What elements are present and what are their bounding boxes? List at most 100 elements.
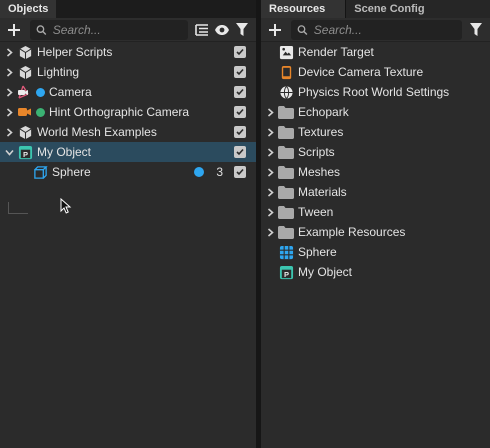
tree-row-my-object[interactable]: P My Object	[0, 142, 256, 162]
resources-tree: Render Target Device Camera Texture Phys…	[261, 42, 490, 282]
resource-label: Device Camera Texture	[298, 65, 424, 79]
tree-row-hint-orthographic-camera[interactable]: Hint Orthographic Camera	[0, 102, 256, 122]
chevron-right-icon	[267, 107, 274, 117]
tab-resources[interactable]: Resources	[261, 0, 346, 18]
expand-arrow[interactable]	[3, 42, 15, 62]
chevron-right-icon	[6, 47, 13, 57]
resource-row-scripts[interactable]: Scripts	[261, 142, 490, 162]
tree-guide-line	[8, 213, 28, 214]
hierarchy-view-button[interactable]	[192, 20, 212, 40]
plus-icon	[8, 23, 20, 36]
tree-row-world-mesh-examples[interactable]: World Mesh Examples	[0, 122, 256, 142]
sphere-mesh-icon	[278, 244, 294, 260]
enabled-checkbox[interactable]	[234, 146, 246, 158]
resources-search-box[interactable]	[291, 19, 462, 40]
enabled-checkbox[interactable]	[234, 166, 246, 178]
tree-row-lighting[interactable]: Lighting	[0, 62, 256, 82]
tabbar-filler	[56, 0, 256, 18]
resource-row-physics-root-world-settings[interactable]: Physics Root World Settings	[261, 82, 490, 102]
resource-row-tween[interactable]: Tween	[261, 202, 490, 222]
sphere-status-dot	[194, 167, 204, 177]
expand-arrow[interactable]	[264, 222, 276, 242]
resource-label: Textures	[298, 125, 344, 139]
tree-row-label: Camera	[49, 85, 92, 99]
resource-row-my-object[interactable]: P My Object	[261, 262, 490, 282]
checkmark-icon	[236, 88, 244, 96]
device-camera-icon	[278, 64, 294, 80]
resource-row-textures[interactable]: Textures	[261, 122, 490, 142]
add-resource-button[interactable]	[265, 20, 285, 40]
resource-label: Tween	[298, 205, 334, 219]
objects-tabbar: Objects	[0, 0, 256, 18]
folder-icon	[278, 104, 294, 120]
resources-panel: Resources Scene Config Render Target Dev…	[261, 0, 490, 448]
tree-row-label: Helper Scripts	[37, 45, 113, 59]
chevron-right-icon	[6, 87, 13, 97]
tree-row-label: My Object	[37, 145, 92, 159]
resources-tabbar: Resources Scene Config	[261, 0, 490, 18]
camera-status-dot	[36, 87, 45, 97]
expand-arrow[interactable]	[3, 62, 15, 82]
plus-icon	[269, 23, 281, 36]
tab-objects[interactable]: Objects	[0, 0, 57, 18]
cube-icon	[17, 44, 33, 60]
resource-label: Example Resources	[298, 225, 406, 239]
tree-row-label: Sphere	[52, 165, 91, 179]
resource-label: Scripts	[298, 145, 335, 159]
enabled-checkbox[interactable]	[234, 86, 246, 98]
collapse-arrow[interactable]	[3, 142, 15, 162]
chevron-down-icon	[4, 149, 14, 156]
enabled-checkbox[interactable]	[234, 46, 246, 58]
tree-row-sphere[interactable]: Sphere 3	[0, 162, 256, 182]
hierarchy-list-icon	[195, 23, 208, 36]
filter-button[interactable]	[466, 20, 486, 40]
enabled-checkbox[interactable]	[234, 126, 246, 138]
resource-row-example-resources[interactable]: Example Resources	[261, 222, 490, 242]
checkmark-icon	[236, 148, 244, 156]
chevron-right-icon	[267, 127, 274, 137]
mouse-cursor-icon	[60, 198, 72, 214]
objects-tree: Helper Scripts Lighting Camera Hint Orth…	[0, 42, 256, 182]
tree-row-label: Hint Orthographic Camera	[49, 105, 190, 119]
resource-row-render-target[interactable]: Render Target	[261, 42, 490, 62]
resource-row-sphere[interactable]: Sphere	[261, 242, 490, 262]
tab-scene-config[interactable]: Scene Config	[345, 0, 490, 18]
folder-icon	[278, 204, 294, 220]
expand-arrow[interactable]	[264, 182, 276, 202]
expand-arrow[interactable]	[264, 122, 276, 142]
cube-icon	[17, 124, 33, 140]
tree-row-helper-scripts[interactable]: Helper Scripts	[0, 42, 256, 62]
svg-text:P: P	[283, 270, 288, 279]
tree-row-camera[interactable]: Camera	[0, 82, 256, 102]
resource-label: Meshes	[298, 165, 341, 179]
enabled-checkbox[interactable]	[234, 66, 246, 78]
expand-arrow[interactable]	[3, 122, 15, 142]
instance-count: 3	[216, 165, 223, 179]
prefab-icon: P	[17, 144, 33, 160]
checkmark-icon	[236, 48, 244, 56]
expand-arrow[interactable]	[3, 82, 15, 102]
objects-search-box[interactable]	[30, 19, 188, 40]
resource-row-materials[interactable]: Materials	[261, 182, 490, 202]
resource-row-echopark[interactable]: Echopark	[261, 102, 490, 122]
resources-search-input[interactable]	[313, 22, 462, 37]
filter-button[interactable]	[232, 20, 252, 40]
expand-arrow[interactable]	[264, 162, 276, 182]
checkmark-icon	[236, 168, 244, 176]
expand-arrow[interactable]	[264, 202, 276, 222]
add-object-button[interactable]	[4, 20, 24, 40]
resource-row-device-camera-texture[interactable]: Device Camera Texture	[261, 62, 490, 82]
tree-row-label: World Mesh Examples	[37, 125, 157, 139]
expand-arrow[interactable]	[264, 142, 276, 162]
ortho-camera-status-dot	[36, 107, 45, 117]
enabled-checkbox[interactable]	[234, 106, 246, 118]
checkmark-icon	[236, 108, 244, 116]
visibility-button[interactable]	[212, 20, 232, 40]
resource-row-meshes[interactable]: Meshes	[261, 162, 490, 182]
expand-arrow[interactable]	[264, 102, 276, 122]
expand-arrow[interactable]	[3, 102, 15, 122]
objects-search-input[interactable]	[52, 22, 188, 37]
checkmark-icon	[236, 68, 244, 76]
camera-icon	[17, 84, 33, 100]
folder-icon	[278, 124, 294, 140]
